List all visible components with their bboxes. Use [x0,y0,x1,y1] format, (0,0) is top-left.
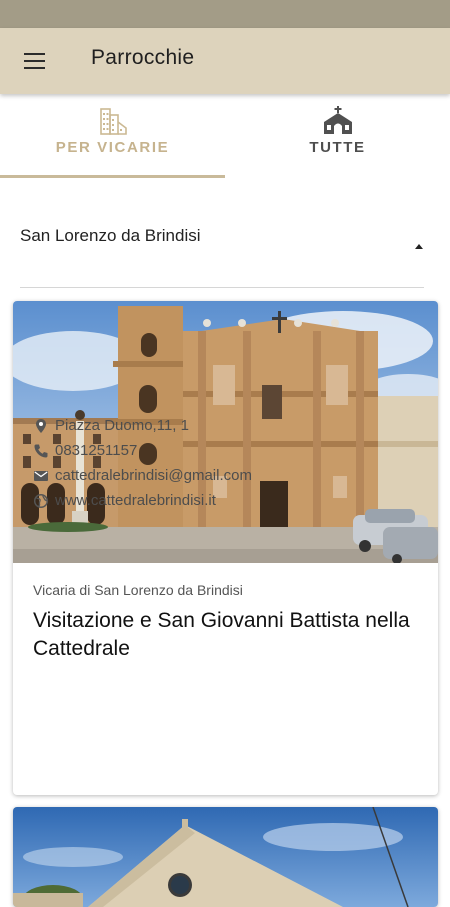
active-tab-indicator [0,175,225,178]
globe-icon [33,493,49,509]
vicaria-name: Vicaria di San Lorenzo da Brindisi [33,582,243,598]
tab-per-vicarie[interactable]: PER VICARIE [0,94,225,178]
dropdown-underline [20,287,424,288]
buildings-icon [100,108,127,135]
parish-card[interactable] [13,807,438,907]
church-title: Visitazione e San Giovanni Battista nell… [33,609,410,660]
arrow-up-icon [415,244,423,249]
tab-label: TUTTE [309,139,366,156]
tab-tutte[interactable]: TUTTE [225,94,450,178]
tab-bar: PER VICARIE TUTTE [0,94,450,178]
vicaria-dropdown[interactable]: San Lorenzo da Brindisi [0,218,424,288]
address-text: Piazza Duomo,11, 1 [55,417,189,434]
website-text: www.cattedralebrindisi.it [55,492,216,509]
dropdown-value: San Lorenzo da Brindisi [20,226,201,245]
phone-text: 0831251157 [55,442,138,459]
card-body: Vicaria di San Lorenzo da Brindisi Visit… [13,563,438,795]
email-text: cattedralebrindisi@gmail.com [55,467,252,484]
email-icon [34,471,48,481]
menu-icon[interactable] [22,50,48,72]
page-title: Parrocchie [91,46,195,69]
church-icon [324,106,352,134]
church-photo [13,807,438,907]
parish-card[interactable]: Vicaria di San Lorenzo da Brindisi Visit… [13,301,438,795]
status-bar [0,0,450,28]
app-bar: Parrocchie [0,28,450,94]
phone-icon [34,444,48,458]
tab-label: PER VICARIE [55,139,170,156]
location-pin-icon [36,419,46,433]
